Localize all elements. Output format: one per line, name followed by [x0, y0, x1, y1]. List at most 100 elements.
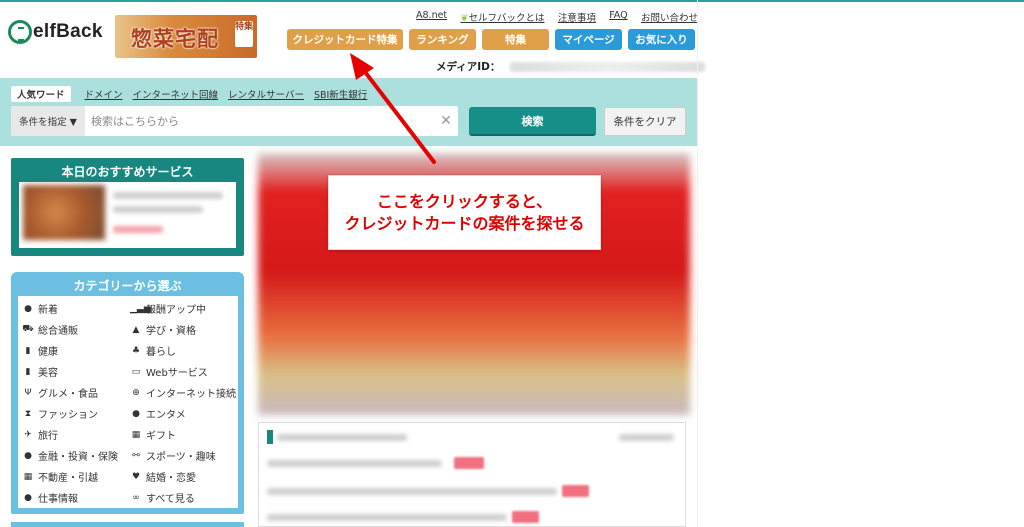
dumbbell-icon: ⚯	[132, 450, 140, 461]
binoculars-icon: ∞	[132, 492, 140, 503]
news-tag	[454, 457, 484, 469]
lipstick-icon: ▮	[25, 366, 31, 377]
search-box: 条件を指定 ▼ ✕	[11, 106, 458, 136]
next-panel-edge	[11, 522, 244, 527]
globe-icon: ⊕	[132, 387, 140, 398]
category-label: 暮らし	[146, 347, 176, 358]
favorites-button[interactable]: お気に入り	[628, 29, 695, 50]
category-label: 美容	[38, 368, 58, 379]
popular-word-internet[interactable]: インターネット回線	[133, 87, 219, 101]
category-label: ファッション	[38, 410, 98, 421]
arrow-head	[350, 53, 374, 80]
blurred-news-item[interactable]	[267, 488, 557, 495]
popular-words: 人気ワード ドメイン インターネット回線 レンタルサーバー SBI新生銀行	[11, 86, 377, 102]
bottle-icon: ▮	[25, 345, 31, 356]
category-label: ギフト	[146, 431, 176, 442]
banner-badge: 特集	[235, 21, 253, 47]
category-label: 旅行	[38, 431, 58, 442]
news-header-marker	[267, 430, 273, 444]
condition-dropdown[interactable]: 条件を指定 ▼	[11, 106, 85, 136]
bar-chart-icon: ▁▃▅	[130, 303, 151, 314]
category-new[interactable]: ● 新着	[22, 298, 130, 319]
money-bag-icon: ●	[24, 450, 32, 461]
category-fashion[interactable]: ⧗ ファッション	[22, 403, 130, 424]
category-shopping[interactable]: ⛟ 総合通販	[22, 319, 130, 340]
airplane-icon: ✈	[24, 429, 32, 440]
blurred-reward	[113, 226, 163, 233]
link-a8net[interactable]: A8.net	[416, 10, 447, 24]
dress-icon: ⧗	[24, 408, 32, 419]
selfback-logo[interactable]: elfBack	[8, 20, 103, 44]
category-label: Webサービス	[146, 368, 208, 379]
heart-icon: ♥	[131, 471, 141, 482]
camera-icon: ●	[132, 408, 140, 419]
blurred-text	[113, 192, 223, 199]
top-links: A8.net ❦セルフバックとは 注意事項 FAQ お問い合わせ	[416, 10, 698, 24]
category-realestate[interactable]: ▦ 不動産・引越	[22, 466, 130, 487]
category-label: 総合通販	[38, 326, 78, 337]
category-living[interactable]: ♣ 暮らし	[130, 340, 238, 361]
news-tag	[562, 485, 589, 497]
category-label: 報酬アップ中	[146, 305, 206, 316]
category-health[interactable]: ▮ 健康	[22, 340, 130, 361]
category-entertainment[interactable]: ● エンタメ	[130, 403, 238, 424]
category-sports[interactable]: ⚯ スポーツ・趣味	[130, 445, 238, 466]
media-id: メディアID：	[436, 59, 706, 74]
cart-icon: ⛟	[22, 324, 34, 334]
monitor-icon: ▭	[131, 366, 141, 377]
category-reward-up[interactable]: ▁▃▅ 報酬アップ中	[130, 298, 238, 319]
category-label: 仕事情報	[38, 494, 78, 505]
category-marriage[interactable]: ♥ 結婚・恋愛	[130, 466, 238, 487]
category-internet[interactable]: ⊕ インターネット接続	[130, 382, 238, 403]
recommended-panel: 本日のおすすめサービス	[11, 158, 244, 256]
category-gift[interactable]: ▦ ギフト	[130, 424, 238, 445]
popular-word-server[interactable]: レンタルサーバー	[228, 87, 304, 101]
link-faq[interactable]: FAQ	[609, 10, 627, 24]
category-finance[interactable]: ● 金融・投資・保険	[22, 445, 130, 466]
building-icon: ▦	[23, 471, 33, 482]
credit-card-feature-button[interactable]: クレジットカード特集	[287, 29, 403, 50]
clear-conditions-button[interactable]: 条件をクリア	[604, 107, 686, 136]
blurred-news-item[interactable]	[267, 460, 442, 467]
content-right-edge	[697, 0, 698, 527]
promo-banner[interactable]: 惣菜宅配 特集	[115, 15, 257, 58]
news-tag	[512, 511, 539, 523]
popular-word-sbi[interactable]: SBI新生銀行	[314, 87, 367, 101]
speech-bubble-icon: ●	[24, 303, 32, 314]
category-grid: ● 新着 ▁▃▅ 報酬アップ中 ⛟ 総合通販 ▲ 学び・資格 ▮ 健康 ♣ 暮らし ▮ 美容 …	[18, 296, 238, 508]
category-beauty[interactable]: ▮ 美容	[22, 361, 130, 382]
link-contact[interactable]: お問い合わせ	[641, 10, 698, 24]
category-travel[interactable]: ✈ 旅行	[22, 424, 130, 445]
category-web[interactable]: ▭ Webサービス	[130, 361, 238, 382]
recommended-item[interactable]	[19, 182, 236, 248]
clear-input-icon[interactable]: ✕	[434, 113, 458, 129]
logo-s-icon	[8, 20, 32, 44]
category-label: 健康	[38, 347, 58, 358]
search-input[interactable]	[85, 106, 434, 136]
blurred-news-item[interactable]	[267, 514, 507, 521]
category-jobs[interactable]: ● 仕事情報	[22, 487, 130, 508]
annotation-callout: ここをクリックすると、 クレジットカードの案件を探せる	[328, 175, 601, 250]
category-gourmet[interactable]: Ψ グルメ・食品	[22, 382, 130, 403]
category-view-all[interactable]: ∞ すべて見る	[130, 487, 238, 508]
search-button[interactable]: 検索	[469, 107, 596, 136]
recommended-title: 本日のおすすめサービス	[61, 165, 194, 179]
feature-button[interactable]: 特集	[482, 29, 549, 50]
banner-title: 惣菜宅配	[131, 26, 219, 51]
blurred-text	[113, 206, 203, 213]
popular-word-domain[interactable]: ドメイン	[85, 87, 123, 101]
link-notes[interactable]: 注意事項	[558, 10, 596, 24]
category-learning[interactable]: ▲ 学び・資格	[130, 319, 238, 340]
lamp-icon: ♣	[131, 345, 141, 356]
graduation-cap-icon: ▲	[132, 324, 140, 335]
top-accent-line	[0, 0, 1024, 2]
link-about-selfback[interactable]: ❦セルフバックとは	[461, 10, 545, 24]
mypage-button[interactable]: マイページ	[555, 29, 622, 50]
logo-text: elfBack	[33, 21, 103, 42]
category-label: 不動産・引越	[38, 473, 98, 484]
category-label: 結婚・恋愛	[146, 473, 196, 484]
ranking-button[interactable]: ランキング	[409, 29, 476, 50]
callout-line-1: ここをクリックすると、	[376, 191, 553, 211]
category-label: エンタメ	[146, 410, 186, 421]
link-about-label: セルフバックとは	[468, 13, 545, 24]
